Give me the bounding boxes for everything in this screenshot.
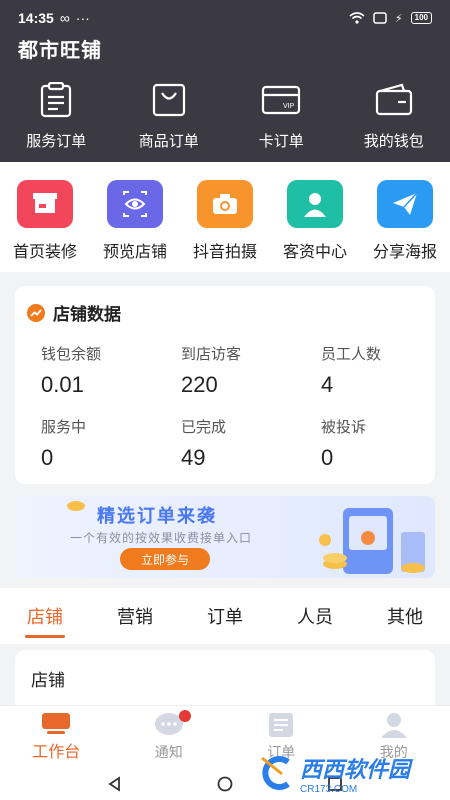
shopping-bag-icon (149, 80, 189, 120)
back-icon[interactable] (107, 775, 123, 792)
store-data-header: 店铺数据 (27, 300, 423, 325)
paper-plane-icon (377, 180, 433, 228)
workbench-icon (42, 712, 71, 734)
category-tabs: 店铺 营销 订单 人员 其他 (0, 588, 450, 644)
trend-icon (27, 303, 45, 322)
status-bar: 14:35 ∞ ··· ⚡ 100 (0, 0, 450, 36)
stat-label: 服务中 (41, 419, 87, 436)
nav-workbench[interactable]: 工作台 (0, 706, 113, 767)
card-orders-button[interactable]: VIP 卡订单 (225, 80, 338, 151)
stat-label: 已完成 (181, 419, 227, 436)
promo-illustration (319, 508, 425, 574)
preview-store-button[interactable]: 预览店铺 (90, 180, 180, 272)
stat-wallet-balance[interactable]: 钱包余额 0.01 (41, 343, 181, 398)
nav-label: 通知 (154, 743, 183, 760)
stat-complaints[interactable]: 被投诉 0 (321, 416, 441, 471)
stat-label: 钱包余额 (41, 346, 102, 363)
customer-center-button[interactable]: 客资中心 (270, 180, 360, 272)
unread-badge (178, 710, 191, 722)
shop-title: 都市旺铺 (18, 40, 102, 62)
watermark-text: 西西软件园 (300, 756, 411, 782)
product-orders-label: 商品订单 (138, 133, 199, 150)
homepage-decorate-label: 首页装修 (12, 244, 77, 261)
share-poster-label: 分享海报 (372, 244, 437, 261)
nav-label: 工作台 (32, 743, 81, 761)
stat-value: 0.01 (41, 372, 84, 397)
douyin-shoot-button[interactable]: 抖音拍摄 (180, 180, 270, 272)
list-icon (269, 712, 294, 737)
user-icon (380, 712, 407, 738)
quick-tools: 首页装修 预览店铺 抖音拍摄 客资中心 分享海报 (0, 162, 450, 272)
infinity-icon: ∞ (59, 10, 70, 26)
banner-headline: 精选订单来袭 (97, 506, 217, 526)
tab-staff[interactable]: 人员 (270, 588, 360, 644)
product-orders-button[interactable]: 商品订单 (113, 80, 226, 151)
stat-label: 员工人数 (321, 346, 382, 363)
stat-in-service[interactable]: 服务中 0 (41, 416, 181, 471)
battery-icon: 100 (410, 12, 432, 24)
preview-store-label: 预览店铺 (102, 244, 167, 261)
charging-icon: ⚡ (394, 12, 403, 25)
clipboard-icon (36, 80, 76, 120)
banner-subtitle: 一个有效的按效果收费接单入口 (70, 531, 253, 545)
store-data-title: 店铺数据 (53, 305, 121, 324)
coin-icon (67, 501, 85, 511)
screen-icon (373, 12, 387, 24)
my-wallet-button[interactable]: 我的钱包 (338, 80, 450, 151)
stat-value: 0 (41, 445, 54, 470)
eye-icon (107, 180, 163, 228)
stats-grid: 钱包余额 0.01 到店访客 220 员工人数 4 服务中 0 已完成 49 被… (27, 343, 423, 471)
homepage-decorate-button[interactable]: 首页装修 (0, 180, 90, 272)
tab-store[interactable]: 店铺 (0, 588, 90, 644)
more-dots-icon: ··· (75, 10, 90, 26)
status-time: 14:35 (18, 10, 54, 26)
customer-center-label: 客资中心 (282, 244, 347, 261)
tab-orders[interactable]: 订单 (180, 588, 270, 644)
stat-label: 被投诉 (321, 419, 367, 436)
stat-value: 49 (181, 445, 206, 470)
section-title: 店铺 (31, 671, 65, 690)
stat-value: 4 (321, 372, 334, 397)
svg-text:VIP: VIP (283, 103, 295, 110)
watermark-sub: CR173.COM (300, 783, 358, 795)
service-orders-button[interactable]: 服务订单 (0, 80, 113, 151)
card-orders-label: 卡订单 (258, 133, 304, 150)
person-icon (287, 180, 343, 228)
order-tiles: 服务订单 商品订单 VIP 卡订单 我的钱包 (0, 80, 450, 151)
tab-other[interactable]: 其他 (360, 588, 450, 644)
wallet-icon (374, 80, 414, 120)
watermark: 西西软件园 CR173.COM (258, 752, 438, 795)
join-now-button[interactable]: 立即参与 (120, 548, 210, 570)
nav-notifications[interactable]: 通知 (113, 706, 226, 767)
tab-marketing[interactable]: 营销 (90, 588, 180, 644)
stat-completed[interactable]: 已完成 49 (181, 416, 321, 471)
home-icon[interactable] (217, 776, 233, 792)
store-data-card: 店铺数据 钱包余额 0.01 到店访客 220 员工人数 4 服务中 0 已完成… (15, 286, 435, 484)
wifi-icon (349, 12, 365, 24)
watermark-logo (261, 756, 290, 790)
camera-icon (197, 180, 253, 228)
header: 14:35 ∞ ··· ⚡ 100 都市旺铺 服务订单 商品订单 VIP 卡订单… (0, 0, 450, 162)
storefront-icon (17, 180, 73, 228)
promo-banner[interactable]: 精选订单来袭 一个有效的按效果收费接单入口 立即参与 (15, 496, 435, 578)
stat-visitors[interactable]: 到店访客 220 (181, 343, 321, 398)
service-orders-label: 服务订单 (26, 133, 87, 150)
stat-label: 到店访客 (181, 346, 242, 363)
stat-value: 0 (321, 445, 334, 470)
stat-staff-count[interactable]: 员工人数 4 (321, 343, 441, 398)
douyin-shoot-label: 抖音拍摄 (192, 244, 257, 261)
share-poster-button[interactable]: 分享海报 (360, 180, 450, 272)
vip-card-icon: VIP (261, 80, 301, 120)
my-wallet-label: 我的钱包 (363, 133, 424, 150)
stat-value: 220 (181, 372, 218, 397)
